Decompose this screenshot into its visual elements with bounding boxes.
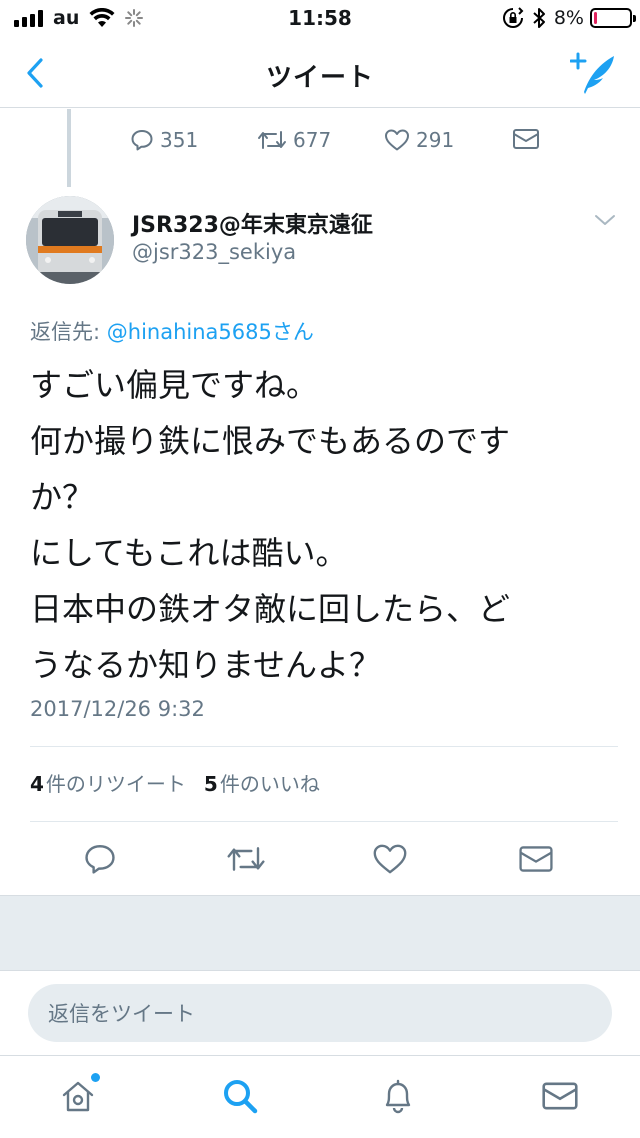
author-handle[interactable]: @jsr323_sekiya	[132, 240, 296, 264]
page-title: ツイート	[265, 63, 374, 93]
reply-bar: 返信をツイート	[0, 970, 640, 1055]
previous-reply-button[interactable]: 351	[130, 128, 198, 152]
retweet-icon	[258, 131, 286, 149]
tweet-text-line: 何か撮り鉄に恨みでもあるのです	[30, 422, 511, 460]
notifications-icon	[385, 1079, 411, 1114]
compose-tweet-icon	[569, 52, 614, 94]
battery-icon	[590, 8, 636, 28]
retweet-label: 件のリツイート	[45, 772, 186, 796]
envelope-icon	[513, 129, 539, 149]
tab-messages[interactable]	[538, 1074, 582, 1118]
tweet-text-line: すごい偏見ですね。	[30, 366, 319, 404]
retweet-icon	[227, 847, 265, 871]
like-count: 5	[203, 772, 218, 796]
tab-search[interactable]	[218, 1074, 262, 1118]
nav-bar: ツイート	[0, 40, 640, 108]
tweet-text-line: うなるか知りませんよ？	[30, 646, 382, 684]
reply-icon	[85, 845, 115, 874]
previous-like-button[interactable]: 291	[384, 128, 454, 152]
avatar[interactable]	[26, 196, 114, 284]
new-content-dot	[91, 1073, 100, 1082]
reply-button[interactable]	[80, 840, 120, 878]
retweet-stat[interactable]: 4 件のリツイート	[30, 768, 186, 797]
tweet-text-line: か？	[30, 478, 95, 516]
orientation-lock-icon	[502, 7, 524, 28]
divider	[30, 821, 618, 822]
previous-dm-button[interactable]	[512, 128, 546, 150]
status-right: 8%	[502, 5, 636, 31]
previous-retweet-button[interactable]: 677	[257, 128, 331, 152]
previous-reply-count: 351	[160, 128, 199, 152]
envelope-icon	[519, 846, 553, 872]
like-stat[interactable]: 5 件のいいね	[204, 768, 320, 797]
messages-icon	[542, 1082, 578, 1110]
tweet-text-line: にしてもこれは酷い。	[30, 534, 348, 572]
tab-notifications[interactable]	[376, 1074, 420, 1118]
tweet-menu-button[interactable]	[592, 210, 618, 230]
replies-area	[0, 895, 640, 970]
reply-to: 返信先: @hinahina5685さん	[30, 316, 314, 346]
status-bar: au 11:58 8%	[0, 0, 640, 40]
reply-to-label: 返信先:	[30, 320, 107, 344]
reply-input[interactable]: 返信をツイート	[28, 984, 612, 1042]
chevron-down-icon	[595, 215, 615, 225]
heart-icon	[373, 844, 407, 874]
tweet-text-line: 日本中の鉄オタ敵に回したら、ど	[30, 590, 511, 628]
train-photo-icon	[26, 196, 114, 284]
heart-icon	[385, 129, 409, 151]
battery-percent: 8%	[553, 7, 584, 29]
tab-bar	[0, 1055, 640, 1138]
compose-tweet-button[interactable]	[569, 50, 618, 96]
previous-retweet-count: 677	[293, 128, 332, 152]
like-button[interactable]	[370, 840, 410, 878]
reply-icon	[131, 130, 153, 151]
direct-message-button[interactable]	[516, 840, 556, 878]
retweet-count: 4	[30, 772, 44, 796]
divider	[30, 746, 618, 747]
home-icon	[62, 1081, 94, 1112]
bluetooth-icon	[533, 8, 545, 28]
tweet-stats: 4 件のリツイート 5 件のいいね	[30, 768, 320, 797]
like-label: 件のいいね	[219, 772, 320, 796]
battery-level	[594, 12, 597, 24]
tweet-text: すごい偏見ですね。何か撮り鉄に恨みでもあるのです か？ にしてもこれは酷い。日本中の…	[30, 357, 620, 693]
tab-home[interactable]	[56, 1073, 100, 1118]
author-name[interactable]: JSR323@年末東京遠征	[132, 207, 373, 239]
previous-like-count: 291	[416, 128, 455, 152]
previous-tweet-actions: 351 677 291	[0, 122, 640, 166]
tweet-actions	[0, 836, 640, 882]
search-icon	[224, 1080, 258, 1114]
reply-to-mention[interactable]: @hinahina5685さん	[107, 320, 314, 344]
tweet-timestamp: 2017/12/26 9:32	[30, 697, 205, 721]
retweet-button[interactable]	[226, 840, 266, 878]
